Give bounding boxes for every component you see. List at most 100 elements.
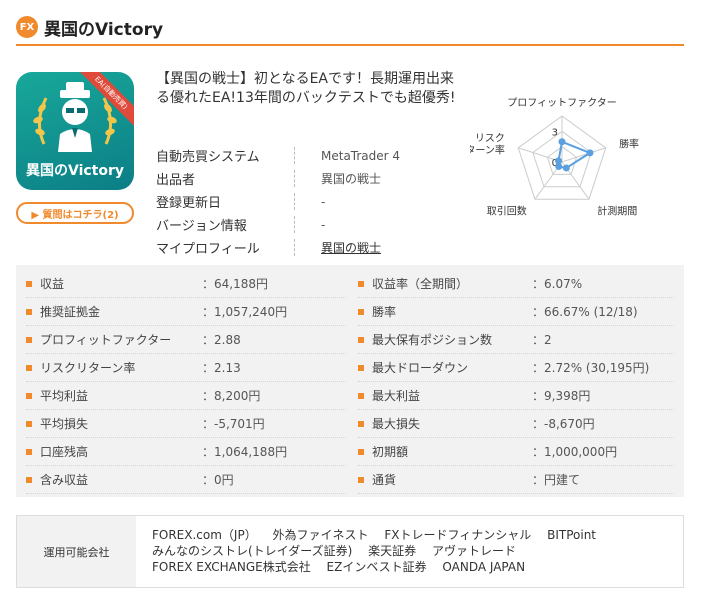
stat-row: 通貨 ：円建て — [358, 466, 674, 494]
bullet-icon — [358, 448, 364, 455]
bullet-icon — [26, 420, 32, 427]
stat-row: 推奨証拠金 ：1,057,240円 — [26, 298, 346, 326]
stat-label: 最大利益 — [372, 389, 421, 403]
radar-chart: プロフィットファクター勝率計測期間取引回数リスクターン率30 — [470, 97, 639, 218]
stat-label: 口座残高 — [40, 445, 89, 459]
companies-line: みんなのシストレ(トレイダーズ証券) 楽天証券 アヴァトレード — [152, 543, 683, 559]
company-link[interactable]: みんなのシストレ(トレイダーズ証券) — [152, 544, 352, 558]
bullet-icon — [358, 336, 364, 343]
stat-value: ：6.07% — [532, 277, 583, 291]
stat-row: 勝率 ：66.67% (12/18) — [358, 298, 674, 326]
info-row-version: バージョン情報 - — [156, 213, 400, 236]
stat-value: ：1,000,000円 — [532, 445, 618, 459]
bullet-icon — [358, 308, 364, 315]
radar-series — [555, 138, 594, 172]
profile-link[interactable]: 異国の戦士 — [321, 239, 381, 256]
stat-row: 最大利益 ：9,398円 — [358, 382, 674, 410]
radar-point — [555, 157, 563, 165]
radar-point — [558, 138, 566, 146]
info-divider — [294, 170, 295, 187]
radar-scale-label: 3 — [552, 127, 558, 138]
stat-value: ：2.72% (30,195円) — [532, 361, 650, 375]
product-logo: EA(自動売買) 異国のVictory — [16, 72, 134, 190]
info-row-updated: 登録更新日 - — [156, 190, 400, 213]
stat-row: 最大保有ポジション数 ：2 — [358, 326, 674, 354]
stat-label: プロフィットファクター — [40, 333, 172, 347]
bullet-icon — [26, 476, 32, 483]
stat-row: リスクリターン率 ：2.13 — [26, 354, 346, 382]
product-headline: 【異国の戦士】初となるEAです！長期運用出来る優れたEA!13年間のバックテスト… — [156, 71, 456, 106]
stat-value: ：9,398円 — [532, 389, 591, 403]
radar-axis-label: 取引回数 — [487, 205, 527, 218]
page-header: FX 異国のVictory — [16, 10, 684, 46]
company-link[interactable]: FOREX.com（JP） — [152, 528, 257, 542]
stat-value: ：-8,670円 — [532, 417, 595, 431]
info-key: 自動売買システム — [156, 150, 260, 165]
company-link[interactable]: FXトレードフィナンシャル — [384, 528, 531, 542]
question-button[interactable]: ▶ 質問はコチラ(2) — [16, 202, 134, 224]
radar-axis-label: リスクターン率 — [470, 132, 505, 156]
info-divider — [294, 147, 295, 164]
info-key: マイプロフィール — [156, 242, 260, 257]
bullet-icon — [358, 420, 364, 427]
bullet-icon — [26, 280, 32, 287]
radar-axis-label: プロフィットファクター — [507, 97, 616, 109]
company-link[interactable]: 楽天証券 — [368, 544, 416, 558]
stat-row: 初期額 ：1,000,000円 — [358, 438, 674, 466]
stat-row: 口座残高 ：1,064,188円 — [26, 438, 346, 466]
radar-point — [586, 149, 594, 157]
stat-label: 最大ドローダウン — [372, 361, 469, 375]
info-key: バージョン情報 — [156, 219, 247, 234]
stat-value: ：2.88 — [202, 333, 241, 347]
company-link[interactable]: EZインベスト証券 — [327, 560, 427, 574]
stat-value: ：2 — [532, 333, 552, 347]
stat-value: ：66.67% (12/18) — [532, 305, 638, 319]
stat-value: ：64,188円 — [202, 277, 268, 291]
radar-axis-label: 勝率 — [619, 137, 639, 150]
company-link[interactable]: OANDA JAPAN — [442, 560, 525, 574]
bullet-icon — [358, 392, 364, 399]
bullet-icon — [358, 280, 364, 287]
companies-line: FOREX EXCHANGE株式会社 EZインベスト証券 OANDA JAPAN — [152, 559, 683, 575]
stat-label: 勝率 — [372, 305, 397, 319]
stat-row: 収益率（全期間） ：6.07% — [358, 270, 674, 298]
company-link[interactable]: アヴァトレード — [432, 544, 516, 558]
supported-companies: 運用可能会社 FOREX.com（JP） 外為ファイネスト FXトレードフィナン… — [16, 515, 684, 588]
stats-right-column: 収益率（全期間） ：6.07% 勝率 ：66.67% (12/18) 最大保有ポジシ… — [358, 270, 674, 494]
bullet-icon — [26, 308, 32, 315]
stat-value: ：8,200円 — [202, 389, 261, 403]
company-link[interactable]: 外為ファイネスト — [273, 528, 369, 542]
info-row-system: 自動売買システム MetaTrader 4 — [156, 144, 400, 167]
stat-label: 平均損失 — [40, 417, 89, 431]
stat-value: ：1,064,188円 — [202, 445, 288, 459]
stat-label: 初期額 — [372, 445, 409, 459]
info-value: - — [321, 217, 326, 232]
stat-row: 最大損失 ：-8,670円 — [358, 410, 674, 438]
info-value: 異国の戦士 — [321, 172, 382, 186]
info-divider — [294, 193, 295, 210]
bullet-icon — [26, 336, 32, 343]
bullet-icon — [358, 364, 364, 371]
trader-avatar-icon — [33, 82, 117, 152]
stat-value: ：2.13 — [202, 361, 241, 375]
info-row-seller: 出品者 異国の戦士 — [156, 167, 400, 190]
stat-row: 収益 ：64,188円 — [26, 270, 346, 298]
radar-axis-label: 計測期間 — [597, 205, 637, 218]
logo-name: 異国のVictory — [25, 163, 125, 179]
stats-left-column: 収益 ：64,188円 推奨証拠金 ：1,057,240円 プロフィットファクター ：… — [26, 270, 346, 494]
company-link[interactable]: FOREX EXCHANGE株式会社 — [152, 560, 311, 574]
info-value: - — [321, 194, 326, 209]
bullet-icon — [358, 476, 364, 483]
stats-panel: 収益 ：64,188円 推奨証拠金 ：1,057,240円 プロフィットファクター ：… — [16, 265, 684, 497]
company-link[interactable]: BITPoint — [547, 528, 596, 542]
stat-label: 推奨証拠金 — [40, 305, 101, 319]
bullet-icon — [26, 448, 32, 455]
info-key: 登録更新日 — [156, 196, 222, 211]
radar-point — [562, 164, 570, 172]
companies-list: FOREX.com（JP） 外為ファイネスト FXトレードフィナンシャル BIT… — [136, 516, 683, 587]
stat-label: 最大損失 — [372, 417, 421, 431]
stat-row: 平均利益 ：8,200円 — [26, 382, 346, 410]
stat-row: 含み収益 ：0円 — [26, 466, 346, 494]
info-divider — [294, 216, 295, 233]
stat-row: 平均損失 ：-5,701円 — [26, 410, 346, 438]
